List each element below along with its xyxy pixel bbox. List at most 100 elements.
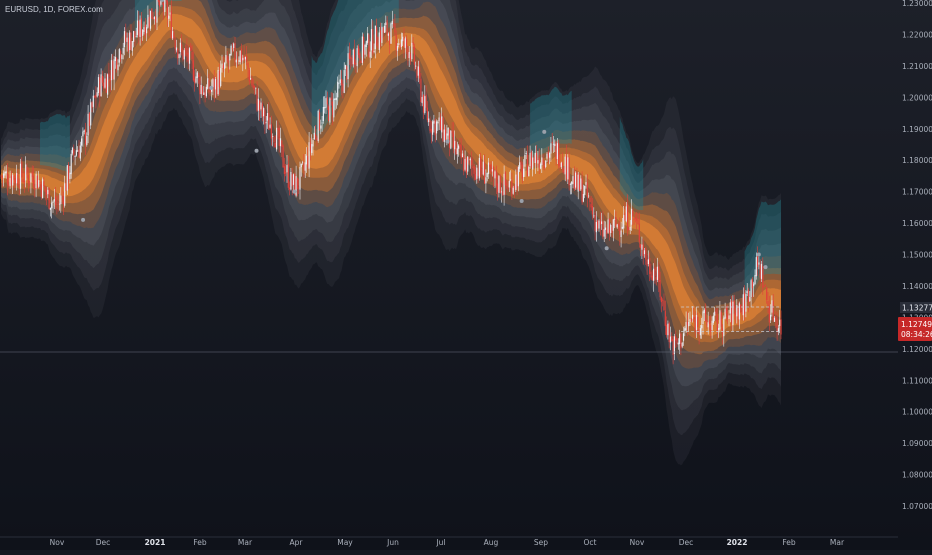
candle-body (348, 52, 350, 59)
candle-body (381, 26, 383, 43)
candle-body (49, 207, 51, 210)
x-tick-label: Dec (96, 538, 111, 547)
candle-body (75, 150, 77, 156)
candle-body (688, 322, 690, 327)
candle-body (549, 152, 551, 158)
y-tick-label: 1.09000 (902, 439, 932, 448)
x-tick-label: Apr (290, 538, 304, 547)
candle-body (173, 32, 175, 39)
candle-body (714, 311, 716, 316)
candle-body (643, 250, 646, 255)
candle-body (359, 53, 361, 60)
chart-area[interactable]: 1.23000 1.22000 1.21000 1.20000 1.19000 1.180… (0, 0, 932, 550)
candle-body (654, 267, 656, 277)
candle-body (571, 181, 573, 185)
candle-body (178, 54, 180, 59)
candle-body (91, 102, 93, 109)
candle-body (694, 316, 696, 332)
candle-body (27, 174, 29, 184)
candle-body (615, 217, 617, 227)
candle-body (134, 30, 136, 38)
candle-body (738, 303, 740, 320)
candle-body (677, 342, 679, 345)
candle-body (187, 52, 189, 62)
candle-body (279, 138, 282, 147)
candle-body (169, 12, 171, 15)
candle-body (248, 70, 250, 82)
candle-body (166, 0, 168, 18)
candle-body (455, 142, 457, 155)
candle-body (5, 171, 7, 174)
candle-body (701, 325, 703, 329)
candle-body (13, 175, 15, 180)
pivot-low-dot (81, 217, 86, 222)
candle-body (519, 162, 521, 169)
candle-body (390, 23, 392, 44)
candle-body (4, 171, 6, 176)
candle-body (259, 100, 261, 111)
candle-body (422, 95, 425, 113)
candle-body (285, 172, 287, 174)
candle-body (734, 312, 737, 316)
candle-body (57, 201, 59, 203)
candle-body (567, 157, 569, 180)
candle-body (14, 178, 16, 183)
candle-body (589, 197, 591, 203)
candle-body (507, 187, 509, 190)
candle-body (693, 317, 695, 319)
candle-body (304, 162, 306, 171)
candle-body (751, 279, 753, 289)
candle-body (19, 163, 22, 189)
candle-body (448, 129, 451, 148)
candle-body (672, 339, 674, 355)
x-tick-label: Feb (193, 538, 207, 547)
candle-body (35, 173, 37, 188)
candle-body (320, 125, 322, 129)
candle-body (201, 86, 204, 94)
candle-body (393, 23, 395, 25)
candle-body (577, 174, 579, 192)
candle-body (177, 49, 179, 59)
candle-body (244, 57, 246, 60)
candle-body (333, 98, 335, 118)
candle-body (356, 48, 358, 67)
candle-body (406, 38, 408, 48)
candle-body (633, 218, 635, 220)
candle-body (329, 98, 331, 123)
candle-body (351, 57, 353, 66)
candle-body (647, 259, 649, 265)
candle-body (282, 145, 284, 168)
candle-body (546, 153, 548, 159)
candle-body (377, 46, 379, 49)
candle-body (604, 227, 607, 230)
candle-body (685, 322, 687, 331)
candle-body (174, 40, 176, 49)
candle-body (92, 95, 94, 107)
candle-body (302, 162, 304, 164)
candle-body (484, 163, 486, 184)
candlestick-chart[interactable]: 1.23000 1.22000 1.21000 1.20000 1.19000 1.180… (0, 0, 932, 550)
candle-body (565, 155, 568, 179)
candle-body (715, 309, 717, 314)
y-tick-label: 1.21000 (902, 62, 932, 71)
candle-body (749, 297, 751, 302)
candle-body (107, 74, 109, 95)
candle-body (52, 201, 54, 203)
candle-body (225, 54, 227, 64)
candle-body (695, 314, 698, 331)
candle-body (506, 183, 508, 186)
candle-body (365, 41, 367, 47)
candle-body (40, 183, 42, 197)
y-tick-label: 1.10000 (902, 408, 932, 417)
candle-body (112, 60, 114, 80)
candle-body (387, 33, 389, 36)
candle-body (242, 57, 244, 61)
candle-body (17, 174, 19, 186)
candle-body (221, 63, 223, 69)
candle-body (312, 140, 314, 147)
candle-body (21, 162, 23, 178)
candle-body (408, 52, 410, 59)
candle-body (212, 79, 214, 88)
candle-body (669, 336, 672, 343)
candle-body (309, 142, 311, 152)
